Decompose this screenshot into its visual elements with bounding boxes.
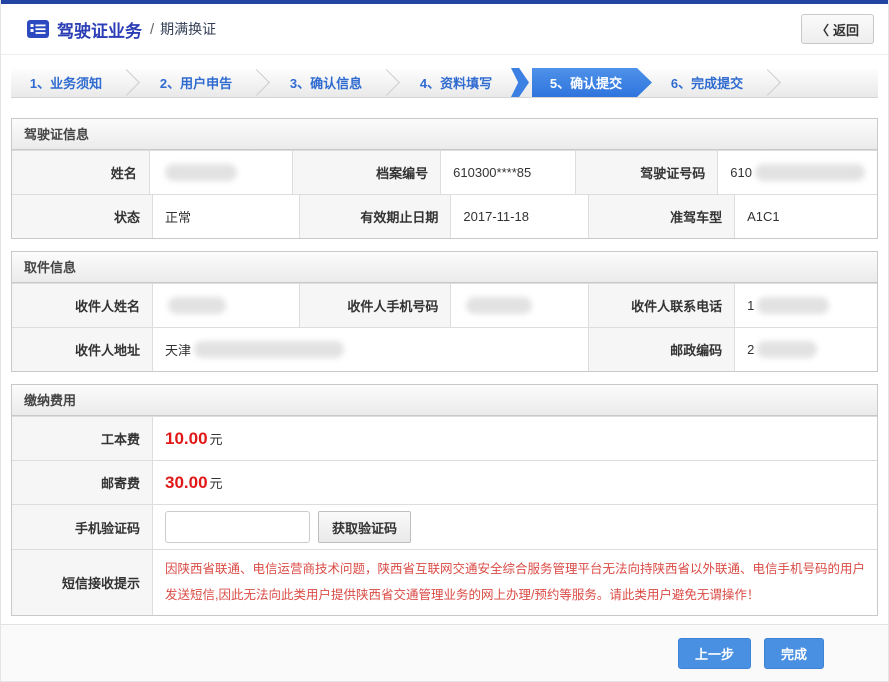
mailing-fee-amount: 30.00 <box>165 473 208 493</box>
file-number-label: 档案编号 <box>293 151 441 194</box>
license-number-label: 驾驶证号码 <box>576 151 719 194</box>
table-row: 手机验证码 获取验证码 <box>12 504 877 549</box>
captcha-cell: 获取验证码 <box>153 505 877 549</box>
table-row: 状态 正常 有效期止日期 2017-11-18 准驾车型 A1C1 <box>12 194 877 238</box>
header: 驾驶证业务 / 期满换证 〈 返回 <box>1 4 888 55</box>
finish-button[interactable]: 完成 <box>764 638 824 669</box>
step-1-business-notice[interactable]: 1、业务须知 <box>11 68 121 97</box>
step-separator <box>381 68 401 97</box>
redacted-recipient-name <box>168 297 226 314</box>
breadcrumb-current: 期满换证 <box>160 19 216 39</box>
mailing-fee-label: 邮寄费 <box>12 461 153 504</box>
vehicle-class-label: 准驾车型 <box>589 195 735 238</box>
back-button[interactable]: 〈 返回 <box>801 14 874 44</box>
production-fee-unit: 元 <box>210 429 223 448</box>
redacted-address <box>194 341 344 358</box>
license-number-value: 610 <box>718 151 877 194</box>
table-row: 收件人姓名 收件人手机号码 收件人联系电话 1 <box>12 283 877 327</box>
production-fee-label: 工本费 <box>12 417 153 460</box>
page: 驾驶证业务 / 期满换证 〈 返回 1、业务须知 2、用户申告 3、确认信息 4… <box>0 0 889 682</box>
sms-notice-text: 因陕西省联通、电信运营商技术问题，陕西省互联网交通安全综合服务管理平台无法向持陕… <box>165 556 865 609</box>
page-title: 驾驶证业务 <box>57 17 142 42</box>
production-fee-amount: 10.00 <box>165 429 208 449</box>
step-6-complete-submit[interactable]: 6、完成提交 <box>652 68 762 97</box>
captcha-label: 手机验证码 <box>12 505 153 549</box>
redacted-mobile <box>466 297 532 314</box>
step-2-user-declaration[interactable]: 2、用户申告 <box>141 68 251 97</box>
name-value <box>150 151 294 194</box>
recipient-name-label: 收件人姓名 <box>12 284 153 327</box>
vehicle-class-value: A1C1 <box>735 195 877 238</box>
table-row: 收件人地址 天津 邮政编码 2 <box>12 327 877 371</box>
license-info-panel: 驾驶证信息 姓名 档案编号 610300****85 驾驶证号码 610 状态 … <box>11 118 878 239</box>
step-5-confirm-submit-active[interactable]: 5、确认提交 <box>532 68 652 97</box>
table-row: 邮寄费 30.00 元 <box>12 460 877 504</box>
step-separator <box>121 68 141 97</box>
table-row: 工本费 10.00 元 <box>12 416 877 460</box>
step-1-label: 1、业务须知 <box>30 73 102 92</box>
redacted-name <box>165 164 237 181</box>
captcha-input[interactable] <box>165 511 310 543</box>
previous-step-button[interactable]: 上一步 <box>678 638 751 669</box>
redacted-phone <box>757 297 829 314</box>
postal-prefix: 2 <box>747 342 754 357</box>
recipient-name-value <box>153 284 300 327</box>
steps-bar: 1、业务须知 2、用户申告 3、确认信息 4、资料填写 5、确认提交 6、完成提… <box>11 68 878 98</box>
pickup-info-title: 取件信息 <box>12 252 877 283</box>
address-prefix: 天津 <box>165 340 191 359</box>
step-3-label: 3、确认信息 <box>290 73 362 92</box>
redacted-postal-code <box>757 341 817 358</box>
name-label: 姓名 <box>12 151 150 194</box>
mailing-fee-value: 30.00 元 <box>153 461 877 504</box>
sms-notice-label: 短信接收提示 <box>12 550 153 615</box>
recipient-mobile-value <box>451 284 589 327</box>
step-5-label: 5、确认提交 <box>550 73 622 92</box>
step-2-label: 2、用户申告 <box>160 73 232 92</box>
recipient-address-value: 天津 <box>153 328 589 371</box>
fees-panel: 缴纳费用 工本费 10.00 元 邮寄费 30.00 元 手机验证码 获取验证码… <box>11 384 878 616</box>
table-row: 短信接收提示 因陕西省联通、电信运营商技术问题，陕西省互联网交通安全综合服务管理… <box>12 549 877 615</box>
step-4-fill-data[interactable]: 4、资料填写 <box>401 68 511 97</box>
pickup-info-panel: 取件信息 收件人姓名 收件人手机号码 收件人联系电话 1 收件人地址 天津 邮政… <box>11 251 878 372</box>
table-row: 姓名 档案编号 610300****85 驾驶证号码 610 <box>12 150 877 194</box>
license-info-title: 驾驶证信息 <box>12 119 877 150</box>
sms-notice-cell: 因陕西省联通、电信运营商技术问题，陕西省互联网交通安全综合服务管理平台无法向持陕… <box>153 550 877 615</box>
step-separator <box>762 68 782 97</box>
recipient-mobile-label: 收件人手机号码 <box>300 284 451 327</box>
breadcrumb-separator: / <box>150 21 154 38</box>
phone-prefix: 1 <box>747 298 754 313</box>
step-4-label: 4、资料填写 <box>420 73 492 92</box>
status-value: 正常 <box>153 195 300 238</box>
expiry-date-label: 有效期止日期 <box>300 195 451 238</box>
status-label: 状态 <box>12 195 153 238</box>
postal-code-value: 2 <box>735 328 877 371</box>
postal-code-label: 邮政编码 <box>589 328 735 371</box>
redacted-license-number <box>755 164 865 181</box>
recipient-address-label: 收件人地址 <box>12 328 153 371</box>
expiry-date-value: 2017-11-18 <box>451 195 589 238</box>
mailing-fee-unit: 元 <box>210 473 223 492</box>
recipient-phone-label: 收件人联系电话 <box>589 284 735 327</box>
steps-bar-filler <box>782 68 878 97</box>
production-fee-value: 10.00 元 <box>153 417 877 460</box>
back-button-label: 返回 <box>833 20 859 39</box>
file-number-value: 610300****85 <box>441 151 575 194</box>
fees-title: 缴纳费用 <box>12 385 877 416</box>
active-step-arrow-icon <box>511 68 529 97</box>
license-card-icon <box>27 20 49 38</box>
footer-actions: 上一步 完成 <box>1 624 888 681</box>
step-6-label: 6、完成提交 <box>671 73 743 92</box>
back-chevron-icon: 〈 <box>816 20 829 39</box>
step-separator <box>251 68 271 97</box>
license-number-prefix: 610 <box>730 165 752 180</box>
step-3-confirm-info[interactable]: 3、确认信息 <box>271 68 381 97</box>
get-verification-code-button[interactable]: 获取验证码 <box>318 511 411 543</box>
recipient-phone-value: 1 <box>735 284 877 327</box>
